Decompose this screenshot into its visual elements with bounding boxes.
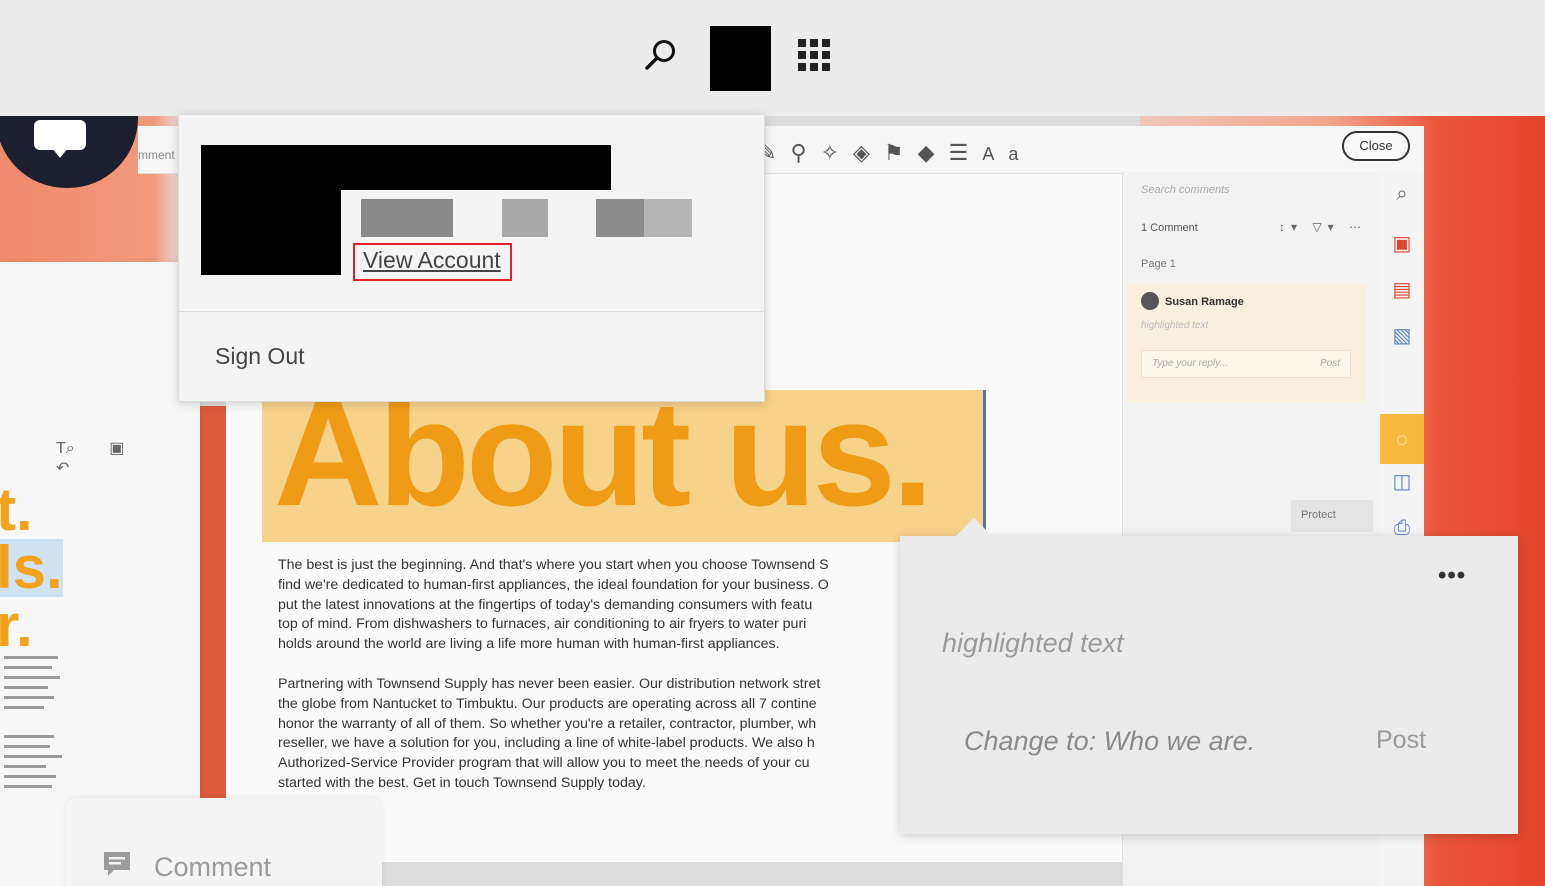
- view-account-link[interactable]: View Account: [353, 243, 512, 281]
- reply-placeholder: Type your reply...: [1152, 358, 1228, 369]
- toolbar-icons: ✎⚲✧◈⚑◆☰Aa: [758, 140, 1032, 166]
- comment-card: [1127, 284, 1365, 402]
- left-preview-headline: t. ls. r.: [0, 476, 63, 659]
- popup-comment-text[interactable]: Change to: Who we are.: [964, 726, 1255, 757]
- top-bar: [0, 0, 1545, 116]
- text-tool-icon: T⌕: [56, 440, 75, 457]
- comment-tab-label: Comment: [154, 852, 272, 882]
- p2-line-5: Authorized-Service Provider program that…: [278, 755, 810, 772]
- account-email-redacted: [596, 199, 644, 237]
- comment-rail-icon: ◌: [1396, 429, 1408, 451]
- p1-line-4: top of mind. From dishwashers to furnace…: [278, 616, 807, 633]
- p1-line-2: find we're dedicated to human-first appl…: [278, 576, 829, 593]
- export-icon: ▧: [1392, 325, 1412, 347]
- left-preview-text: [4, 656, 66, 795]
- popup-highlighted-text: highlighted text: [942, 628, 1124, 658]
- document-body: The best is just the beginning. And that…: [278, 556, 902, 814]
- left-headline-line-3: r.: [0, 592, 33, 659]
- reply-post: Post: [1319, 358, 1340, 369]
- commenter-avatar: [1141, 292, 1159, 310]
- popup-post-button[interactable]: Post: [1376, 726, 1426, 755]
- pdf-icon: ▣: [1392, 233, 1412, 255]
- paragraph-1: The best is just the beginning. And that…: [278, 556, 902, 655]
- p1-line-5: holds around the world are living a life…: [278, 636, 780, 653]
- account-email-redacted: [361, 199, 453, 237]
- shape-icon: ◈: [853, 140, 884, 165]
- p2-line-6: started with the best. Get in touch Town…: [278, 774, 646, 791]
- account-email-redacted: [644, 199, 692, 237]
- p2-line-3: honor the warranty of all of them. So wh…: [278, 715, 817, 732]
- comments-count: 1 Comment: [1141, 222, 1198, 234]
- p1-line-3: put the latest innovations at the finger…: [278, 596, 813, 613]
- account-email-redacted: [502, 199, 548, 237]
- comment-popup: ••• highlighted text Change to: Who we a…: [900, 518, 1518, 834]
- left-panel-tools: T⌕ ▣ ↶: [56, 438, 200, 478]
- close-button: Close: [1342, 131, 1410, 161]
- organize-icon: ▤: [1392, 279, 1412, 301]
- comments-filter-icons: ↕▾ ▽▾ ⋯: [1279, 220, 1367, 234]
- protect-label: Protect: [1291, 500, 1373, 532]
- commenter-name: Susan Ramage: [1165, 296, 1244, 308]
- sign-out-button[interactable]: Sign Out: [215, 343, 305, 370]
- avatar[interactable]: [710, 26, 771, 91]
- paragraph-2: Partnering with Townsend Supply has neve…: [278, 675, 902, 794]
- comment-reply-field: Type your reply... Post: [1141, 350, 1351, 378]
- undo-icon: ↶: [56, 460, 70, 477]
- left-headline-line-2: ls.: [0, 538, 63, 598]
- comments-search: Search comments: [1141, 184, 1230, 196]
- fill-icon: ◆: [917, 140, 949, 165]
- menu-divider: [179, 311, 764, 312]
- search-icon[interactable]: [640, 34, 682, 76]
- apps-grid-icon[interactable]: [797, 38, 831, 72]
- comment-icon: [102, 850, 132, 876]
- font-icon: Aa: [982, 144, 1033, 164]
- more-options-icon[interactable]: •••: [1438, 562, 1466, 590]
- pin-icon: ⚑: [883, 140, 918, 165]
- comment-highlight-label: highlighted text: [1141, 320, 1209, 331]
- account-menu: View Account Sign Out: [178, 114, 765, 402]
- p2-line-4: reseller, we have a solution for you, in…: [278, 735, 815, 752]
- comment-bubble-icon: [34, 120, 86, 158]
- account-avatar-redacted: [201, 145, 341, 275]
- image-tool-icon: ▣: [109, 440, 125, 457]
- lines-icon: ☰: [948, 140, 983, 165]
- draw-icon: ✧: [820, 140, 853, 165]
- left-headline-line-1: t.: [0, 476, 33, 543]
- p2-line-2: the globe from Nantucket to Timbuktu. Ou…: [278, 695, 817, 712]
- comment-tab: Comment: [66, 798, 382, 886]
- toolbar-label: mment: [138, 148, 175, 162]
- zoom-icon: ⌕: [1396, 183, 1408, 205]
- stamp-icon: ⚲: [790, 140, 821, 165]
- p1-line-1: The best is just the beginning. And that…: [278, 557, 829, 573]
- compare-icon: ◫: [1392, 471, 1412, 493]
- p2-line-1: Partnering with Townsend Supply has neve…: [278, 675, 821, 692]
- comments-page: Page 1: [1141, 258, 1176, 270]
